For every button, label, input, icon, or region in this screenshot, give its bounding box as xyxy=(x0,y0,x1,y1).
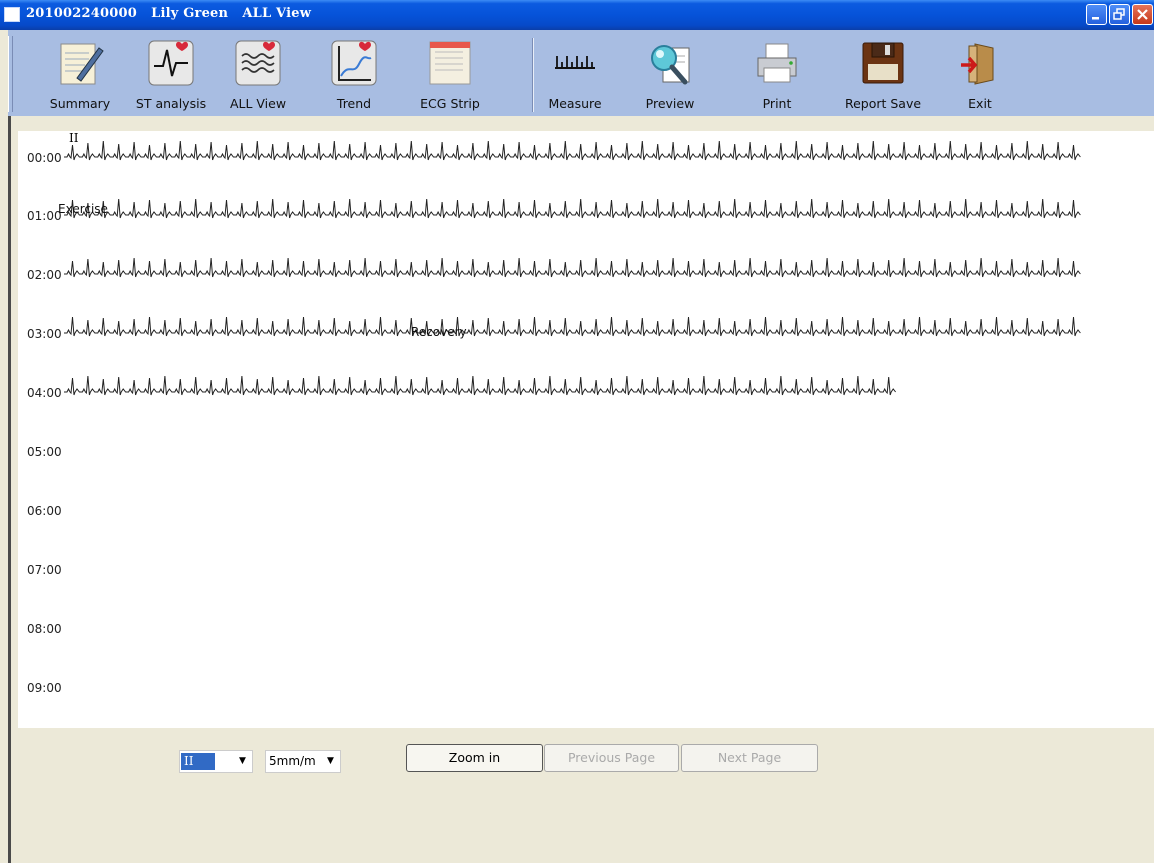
exit-button[interactable]: Exit xyxy=(940,36,1020,114)
recovery-marker: Recovery xyxy=(411,325,467,339)
report-save-label: Report Save xyxy=(844,96,922,111)
ruler-icon xyxy=(555,56,595,69)
measure-button[interactable]: Measure xyxy=(535,36,615,114)
row-time-label: 08:00 xyxy=(27,622,62,636)
restore-button[interactable] xyxy=(1109,4,1130,25)
app-icon xyxy=(4,7,20,22)
summary-label: Summary xyxy=(49,96,111,111)
chevron-down-icon[interactable]: ▼ xyxy=(323,754,338,769)
previous-page-button[interactable]: Previous Page xyxy=(544,744,679,772)
ecg-strip-button[interactable]: ECG Strip xyxy=(410,36,490,114)
row-time-label: 07:00 xyxy=(27,563,62,577)
row-time-label: 04:00 xyxy=(27,386,62,400)
print-label: Print xyxy=(762,96,792,111)
print-button[interactable]: Print xyxy=(737,36,817,114)
toolbar-grip[interactable] xyxy=(8,36,13,112)
row-time-label: 09:00 xyxy=(27,681,62,695)
row-time-label: 02:00 xyxy=(27,268,62,282)
preview-label: Preview xyxy=(645,96,695,111)
ecg-trace-row xyxy=(64,198,1081,219)
ecg-all-view-panel: II 00:00 01:00 02:00 03:00 04:00 05:00 0… xyxy=(18,131,1154,728)
row-time-label: 05:00 xyxy=(27,445,62,459)
ecg-trace-row xyxy=(64,140,1081,161)
ecg-trace-canvas xyxy=(64,140,1081,396)
toolbar-separator xyxy=(532,38,534,112)
toolbar: Summary ST analysis ALL View Trend ECG S… xyxy=(8,30,1154,116)
ecg-strip-label: ECG Strip xyxy=(420,96,480,111)
trend-chart-icon xyxy=(331,40,377,86)
minimize-icon xyxy=(1092,17,1099,20)
lead-select-value: II xyxy=(181,753,216,770)
speed-select[interactable]: 5mm/m ▼ xyxy=(265,750,341,773)
window-title: 201002240000 Lily Green ALL View xyxy=(26,6,312,21)
ecg-trace-row xyxy=(64,375,896,396)
close-button[interactable] xyxy=(1132,4,1153,25)
speed-select-value: 5mm/m xyxy=(269,754,316,768)
exit-label: Exit xyxy=(968,96,992,111)
exit-door-icon xyxy=(961,43,994,85)
zoom-in-button[interactable]: Zoom in xyxy=(406,744,543,772)
all-view-label: ALL View xyxy=(229,96,287,111)
preview-button[interactable]: Preview xyxy=(630,36,710,114)
lead-label: II xyxy=(69,131,79,145)
st-analysis-label: ST analysis xyxy=(135,96,207,111)
close-icon xyxy=(1137,9,1148,20)
summary-notepad-icon xyxy=(60,43,104,85)
magnifier-icon xyxy=(651,45,690,85)
exercise-marker: Exercise xyxy=(58,202,108,216)
restore-icon xyxy=(1113,8,1125,20)
all-view-button[interactable]: ALL View xyxy=(218,36,298,114)
ecg-trace-row xyxy=(64,316,1081,337)
all-view-icon xyxy=(235,40,281,86)
title-bar: 201002240000 Lily Green ALL View xyxy=(0,0,1154,30)
st-analysis-icon xyxy=(148,40,194,86)
report-save-button[interactable]: Report Save xyxy=(843,36,923,114)
lead-select[interactable]: II ▼ xyxy=(179,750,253,773)
st-analysis-button[interactable]: ST analysis xyxy=(131,36,211,114)
measure-label: Measure xyxy=(548,96,602,111)
trend-label: Trend xyxy=(336,96,372,111)
floppy-disk-icon xyxy=(862,42,904,84)
ecg-trace-row xyxy=(64,257,1081,278)
row-time-label: 01:00 xyxy=(27,209,62,223)
minimize-button[interactable] xyxy=(1086,4,1107,25)
panel-left-border xyxy=(8,116,11,863)
row-time-label: 00:00 xyxy=(27,151,62,165)
summary-button[interactable]: Summary xyxy=(40,36,120,114)
ecg-strip-icon xyxy=(429,41,471,85)
row-time-label: 03:00 xyxy=(27,327,62,341)
trend-button[interactable]: Trend xyxy=(314,36,394,114)
next-page-button[interactable]: Next Page xyxy=(681,744,818,772)
chevron-down-icon[interactable]: ▼ xyxy=(235,754,250,769)
row-time-label: 06:00 xyxy=(27,504,62,518)
printer-icon xyxy=(757,43,797,83)
